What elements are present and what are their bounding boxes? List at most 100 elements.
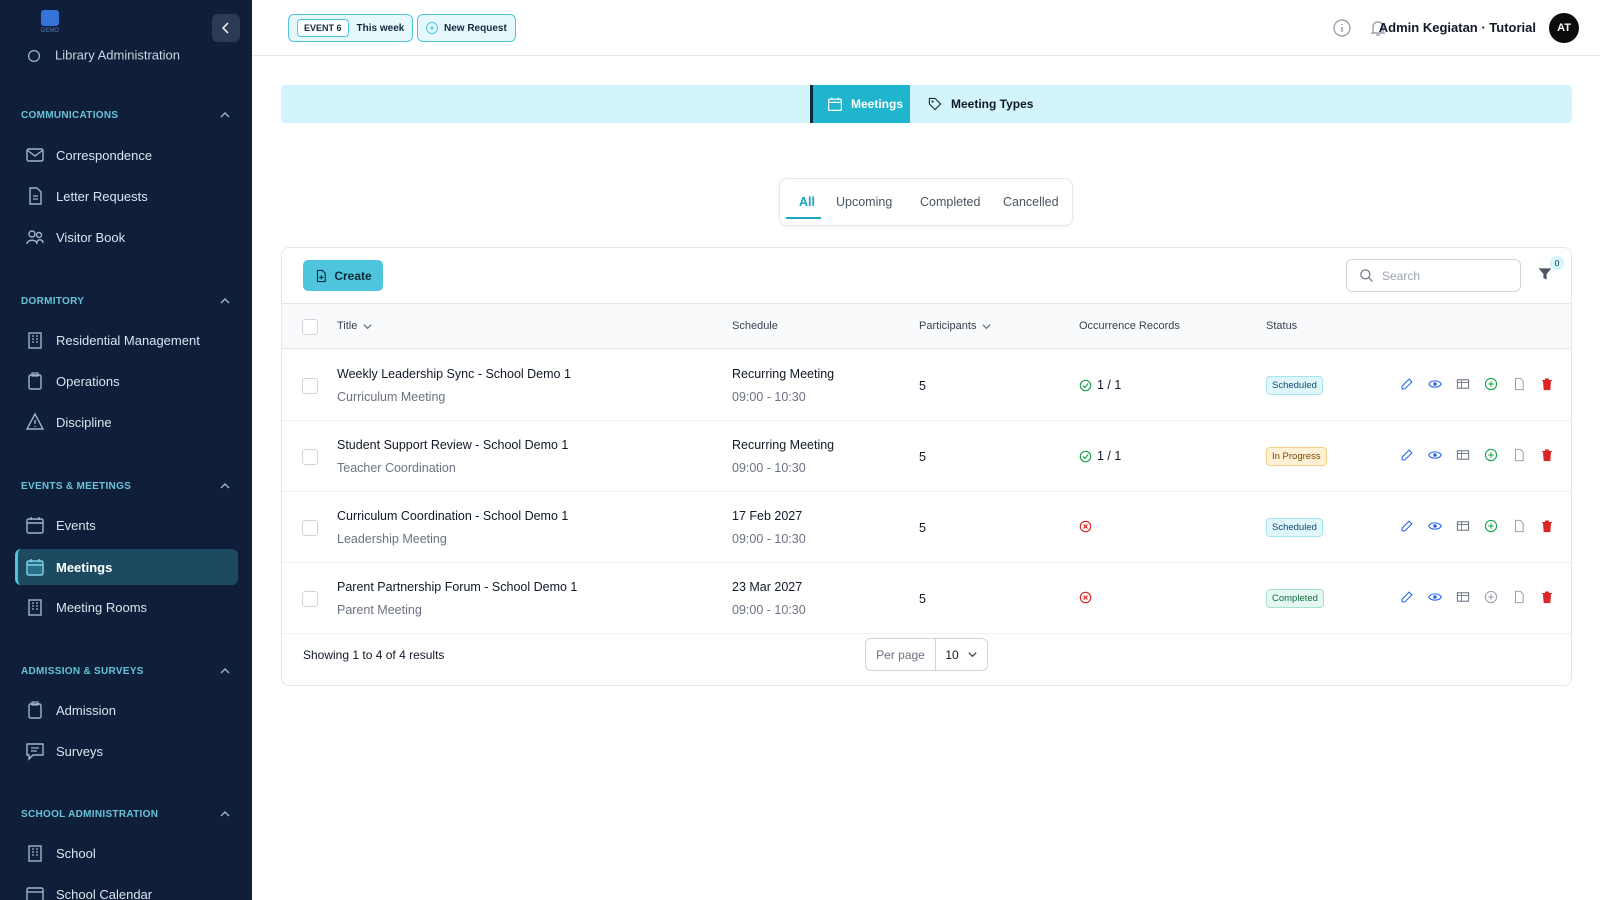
column-participants[interactable]: Participants [919,320,992,332]
select-all-checkbox[interactable] [302,319,318,335]
sidebar-item-label: Events [56,517,96,533]
row-checkbox[interactable] [302,449,318,465]
per-page-value[interactable]: 10 [936,639,987,670]
edit-icon[interactable] [1393,590,1421,604]
sidebar-item-meeting-rooms[interactable]: Meeting Rooms [15,589,238,625]
add-circle-icon[interactable] [1477,448,1505,462]
meeting-title[interactable]: Weekly Leadership Sync - School Demo 1 [337,367,571,381]
sidebar-collapse-button[interactable] [212,14,240,42]
section-title: SCHOOL ADMINISTRATION [21,808,159,820]
sidebar-item-admission[interactable]: Admission [15,692,238,728]
table-icon[interactable] [1449,590,1477,604]
tab-meeting-types[interactable]: Meeting Types [927,85,1033,123]
search-icon [1360,269,1373,282]
check-circle-icon [1079,379,1092,391]
user-name[interactable]: Admin Kegiatan · Tutorial [1379,20,1536,35]
search-placeholder: Search [1382,268,1421,283]
sidebar-item-events[interactable]: Events [15,507,238,543]
trash-icon[interactable] [1533,448,1561,462]
trash-icon[interactable] [1533,519,1561,533]
view-icon[interactable] [1421,448,1449,462]
sidebar-item-letter-requests[interactable]: Letter Requests [15,178,238,214]
column-title[interactable]: Title [337,320,373,332]
sidebar-section-admission-surveys[interactable]: ADMISSION & SURVEYS [21,665,231,677]
sidebar-item-discipline[interactable]: Discipline [15,404,238,440]
row-checkbox[interactable] [302,591,318,607]
sidebar-item-operations[interactable]: Operations [15,363,238,399]
sidebar-item-surveys[interactable]: Surveys [15,733,238,769]
building-icon [28,332,42,349]
edit-icon[interactable] [1393,448,1421,462]
sidebar-item-visitor-book[interactable]: Visitor Book [15,219,238,255]
app-logo[interactable]: DEMO [30,10,70,40]
document-icon[interactable] [1505,377,1533,391]
filter-tab-upcoming[interactable]: Upcoming [836,179,892,225]
document-icon[interactable] [1505,519,1533,533]
per-page-select[interactable]: Per page 10 [865,638,988,671]
edit-icon[interactable] [1393,519,1421,533]
table-row[interactable]: Weekly Leadership Sync - School Demo 1 C… [282,350,1571,421]
warning-icon [25,412,45,430]
chevron-up-icon [220,668,230,674]
add-circle-icon[interactable] [1477,590,1505,604]
column-status: Status [1266,320,1297,332]
row-checkbox[interactable] [302,378,318,394]
sidebar-item-school[interactable]: School [15,835,238,871]
new-request-button[interactable]: + New Request [417,14,516,42]
document-icon[interactable] [1505,448,1533,462]
tag-icon [928,97,942,111]
view-icon[interactable] [1421,377,1449,391]
active-tab-indicator [786,217,821,219]
meeting-time: 09:00 - 10:30 [732,603,806,617]
table-row[interactable]: Curriculum Coordination - School Demo 1 … [282,492,1571,563]
sidebar-item-label: Operations [56,373,120,389]
occurrence-count: 1 / 1 [1097,378,1122,392]
sidebar-item-library-administration[interactable]: Library Administration [25,47,180,65]
sidebar-section-dormitory[interactable]: DORMITORY [21,295,231,307]
add-circle-icon[interactable] [1477,519,1505,533]
document-icon[interactable] [1505,590,1533,604]
meeting-title[interactable]: Parent Partnership Forum - School Demo 1 [337,580,577,594]
avatar[interactable]: AT [1549,13,1579,43]
filter-icon[interactable] [1537,266,1553,282]
sidebar-item-label: School [56,845,96,861]
sidebar-section-communications[interactable]: COMMUNICATIONS [21,109,231,121]
gear-icon [27,49,41,63]
sidebar-item-residential-management[interactable]: Residential Management [15,322,238,358]
search-input[interactable]: Search [1346,259,1521,292]
create-label: Create [334,268,372,283]
tab-meetings[interactable]: Meetings [810,85,910,123]
trash-icon[interactable] [1533,590,1561,604]
sidebar-item-school-calendar[interactable]: School Calendar [15,876,238,900]
sidebar-section-events-meetings[interactable]: EVENTS & MEETINGS [21,480,231,492]
edit-icon[interactable] [1393,377,1421,391]
sidebar-section-school-administration[interactable]: SCHOOL ADMINISTRATION [21,808,231,820]
trash-icon[interactable] [1533,377,1561,391]
event-week-label: This week [356,22,405,34]
sidebar-item-correspondence[interactable]: Correspondence [15,137,238,173]
view-icon[interactable] [1421,590,1449,604]
table-icon[interactable] [1449,519,1477,533]
table-row[interactable]: Parent Partnership Forum - School Demo 1… [282,563,1571,634]
status-badge: Scheduled [1266,518,1323,537]
info-icon[interactable] [1332,18,1352,38]
view-icon[interactable] [1421,519,1449,533]
building-icon [28,599,42,616]
sidebar-item-label: Meeting Rooms [56,599,148,615]
add-circle-icon[interactable] [1477,377,1505,391]
meeting-title[interactable]: Student Support Review - School Demo 1 [337,438,568,452]
create-button[interactable]: Create [303,260,383,291]
chevron-down-icon [968,652,977,658]
table-icon[interactable] [1449,377,1477,391]
event-week-button[interactable]: EVENT 6 This week [288,14,414,42]
row-checkbox[interactable] [302,520,318,536]
chevron-down-icon [363,323,372,329]
table-row[interactable]: Student Support Review - School Demo 1 T… [282,421,1571,492]
filter-tab-cancelled[interactable]: Cancelled [1003,179,1059,225]
filter-tab-completed[interactable]: Completed [920,179,980,225]
sidebar-item-label: Discipline [56,414,112,430]
table-icon[interactable] [1449,448,1477,462]
meeting-schedule: 17 Feb 2027 [732,509,803,523]
meeting-title[interactable]: Curriculum Coordination - School Demo 1 [337,509,568,523]
sidebar-item-meetings[interactable]: Meetings [15,549,238,585]
